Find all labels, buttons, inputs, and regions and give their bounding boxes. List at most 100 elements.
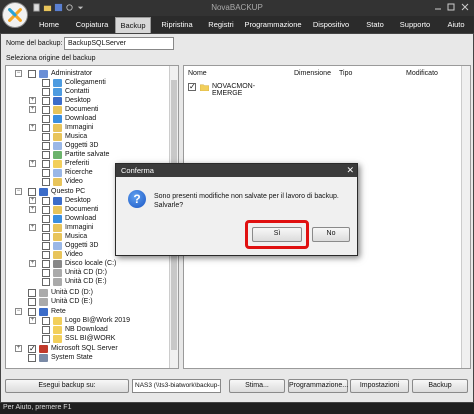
tree-node-checkbox[interactable] xyxy=(42,160,50,168)
tree-node-checkbox[interactable] xyxy=(42,106,50,114)
network-icon xyxy=(39,308,48,316)
expand-icon[interactable]: + xyxy=(29,317,36,324)
minimize-icon[interactable] xyxy=(433,2,443,12)
tree-node-label: Unità CD (E:) xyxy=(65,278,107,285)
tree-node-checkbox[interactable] xyxy=(42,335,50,343)
column-header-type[interactable]: Tipo xyxy=(339,70,352,77)
tree-node-checkbox[interactable] xyxy=(28,188,36,196)
tree-node-checkbox[interactable] xyxy=(28,70,36,78)
video-icon xyxy=(53,251,62,259)
tree-node-checkbox[interactable] xyxy=(42,317,50,325)
tab-copiatura[interactable]: Copiatura xyxy=(70,17,114,33)
tree-node-checkbox[interactable] xyxy=(42,97,50,105)
tree-node-checkbox[interactable] xyxy=(28,298,36,306)
backup-name-input[interactable]: BackupSQLServer xyxy=(64,37,174,50)
tree-node-checkbox[interactable] xyxy=(28,344,36,354)
tree-node-checkbox[interactable] xyxy=(42,169,50,177)
tree-node-label: Unità CD (E:) xyxy=(51,298,93,305)
confirm-dialog: Conferma ✕ ? Sono presenti modifiche non… xyxy=(115,163,358,256)
estimate-button[interactable]: Stima... xyxy=(229,379,285,393)
tree-node-checkbox[interactable] xyxy=(42,115,50,123)
expand-icon[interactable]: + xyxy=(29,106,36,113)
tab-home[interactable]: Home xyxy=(32,17,66,33)
title-bar: NovaBACKUP xyxy=(0,0,474,16)
tree-node-checkbox[interactable] xyxy=(42,269,50,277)
tree-node-checkbox[interactable] xyxy=(42,151,50,159)
tab-dispositivo[interactable]: Dispositivo xyxy=(309,17,353,33)
tree-node-checkbox[interactable] xyxy=(42,178,50,186)
settings-button[interactable]: Impostazioni xyxy=(350,379,409,393)
expand-icon[interactable]: + xyxy=(29,224,36,231)
expand-icon[interactable]: + xyxy=(29,197,36,204)
tree-node-checkbox[interactable] xyxy=(42,142,50,150)
file-row-name: NOVACMON-EMERGE xyxy=(212,83,256,97)
documents-icon xyxy=(53,106,62,114)
tree-node-checkbox[interactable] xyxy=(42,224,50,232)
tree-node-label: Rete xyxy=(51,308,66,315)
tree-node-checkbox[interactable] xyxy=(42,133,50,141)
window-title: NovaBACKUP xyxy=(211,3,263,12)
objects-3d-icon xyxy=(53,142,62,150)
collapse-icon[interactable]: − xyxy=(15,308,22,315)
expand-icon[interactable]: + xyxy=(29,97,36,104)
tab-registri[interactable]: Registri xyxy=(203,17,239,33)
collapse-icon[interactable]: − xyxy=(15,188,22,195)
tree-node-checkbox[interactable] xyxy=(28,308,36,316)
tree-node-checkbox[interactable] xyxy=(42,260,50,268)
dialog-close-icon[interactable]: ✕ xyxy=(346,165,354,175)
dialog-message: Sono presenti modifiche non salvate per … xyxy=(154,193,339,209)
tree-node-checkbox[interactable] xyxy=(42,242,50,250)
backup-button[interactable]: Backup xyxy=(412,379,468,393)
app-logo[interactable] xyxy=(2,2,28,28)
tree-node-checkbox[interactable] xyxy=(42,278,50,286)
expand-icon[interactable]: + xyxy=(29,260,36,267)
tree-node-label: Video xyxy=(65,178,83,185)
tree-node-checkbox[interactable] xyxy=(42,206,50,214)
folder-icon xyxy=(53,326,62,334)
maximize-icon[interactable] xyxy=(446,2,456,12)
run-backup-on-button[interactable]: Esegui backup su: xyxy=(5,379,129,393)
tree-node-checkbox[interactable] xyxy=(42,197,50,205)
cd-drive-icon xyxy=(39,289,48,297)
tab-programmazione[interactable]: Programmazione xyxy=(243,17,303,33)
file-row-checkbox[interactable] xyxy=(188,82,196,91)
tree-node-label: SSL BI@WORK xyxy=(65,335,116,342)
schedule-button[interactable]: Programmazione... xyxy=(288,379,348,393)
tree-node-checkbox[interactable] xyxy=(42,88,50,96)
collapse-icon[interactable]: − xyxy=(15,70,22,77)
file-list-scrollbar[interactable] xyxy=(461,66,470,368)
destination-field[interactable]: NAS3 (\\ts3-biatwork\backup-novabackup\ xyxy=(132,379,221,393)
tree-node-checkbox[interactable] xyxy=(42,215,50,223)
close-icon[interactable] xyxy=(460,2,470,12)
tree-node-checkbox[interactable] xyxy=(28,354,36,362)
tab-stato[interactable]: Stato xyxy=(361,17,389,33)
no-button[interactable]: No xyxy=(312,227,350,242)
column-header-name[interactable]: Nome xyxy=(188,70,207,77)
expand-icon[interactable]: + xyxy=(15,345,22,352)
saved-games-icon xyxy=(53,151,62,159)
column-header-modified[interactable]: Modificato xyxy=(406,70,438,77)
help-menu[interactable]: Aiuto xyxy=(442,17,470,33)
tree-node-checkbox[interactable] xyxy=(42,233,50,241)
expand-icon[interactable]: + xyxy=(29,160,36,167)
music-icon xyxy=(53,133,62,141)
tab-supporto[interactable]: Supporto xyxy=(395,17,435,33)
expand-icon[interactable]: + xyxy=(29,206,36,213)
folder-icon xyxy=(53,335,62,343)
tree-node-checkbox[interactable] xyxy=(42,124,50,132)
tree-node-checkbox[interactable] xyxy=(42,326,50,334)
expand-icon[interactable]: + xyxy=(29,124,36,131)
user-icon xyxy=(39,70,48,78)
tab-backup[interactable]: Backup xyxy=(115,17,151,33)
yes-button[interactable]: Sì xyxy=(252,227,302,242)
tree-node-checkbox[interactable] xyxy=(42,79,50,87)
cd-drive-icon xyxy=(39,298,48,306)
music-icon xyxy=(53,233,62,241)
tree-node-checkbox[interactable] xyxy=(42,251,50,259)
sql-server-icon xyxy=(39,345,48,353)
tree-node-checkbox[interactable] xyxy=(28,289,36,297)
system-state-icon xyxy=(39,354,48,362)
column-header-size[interactable]: Dimensione xyxy=(294,70,331,77)
desktop-icon xyxy=(53,97,62,105)
tab-ripristina[interactable]: Ripristina xyxy=(154,17,200,33)
